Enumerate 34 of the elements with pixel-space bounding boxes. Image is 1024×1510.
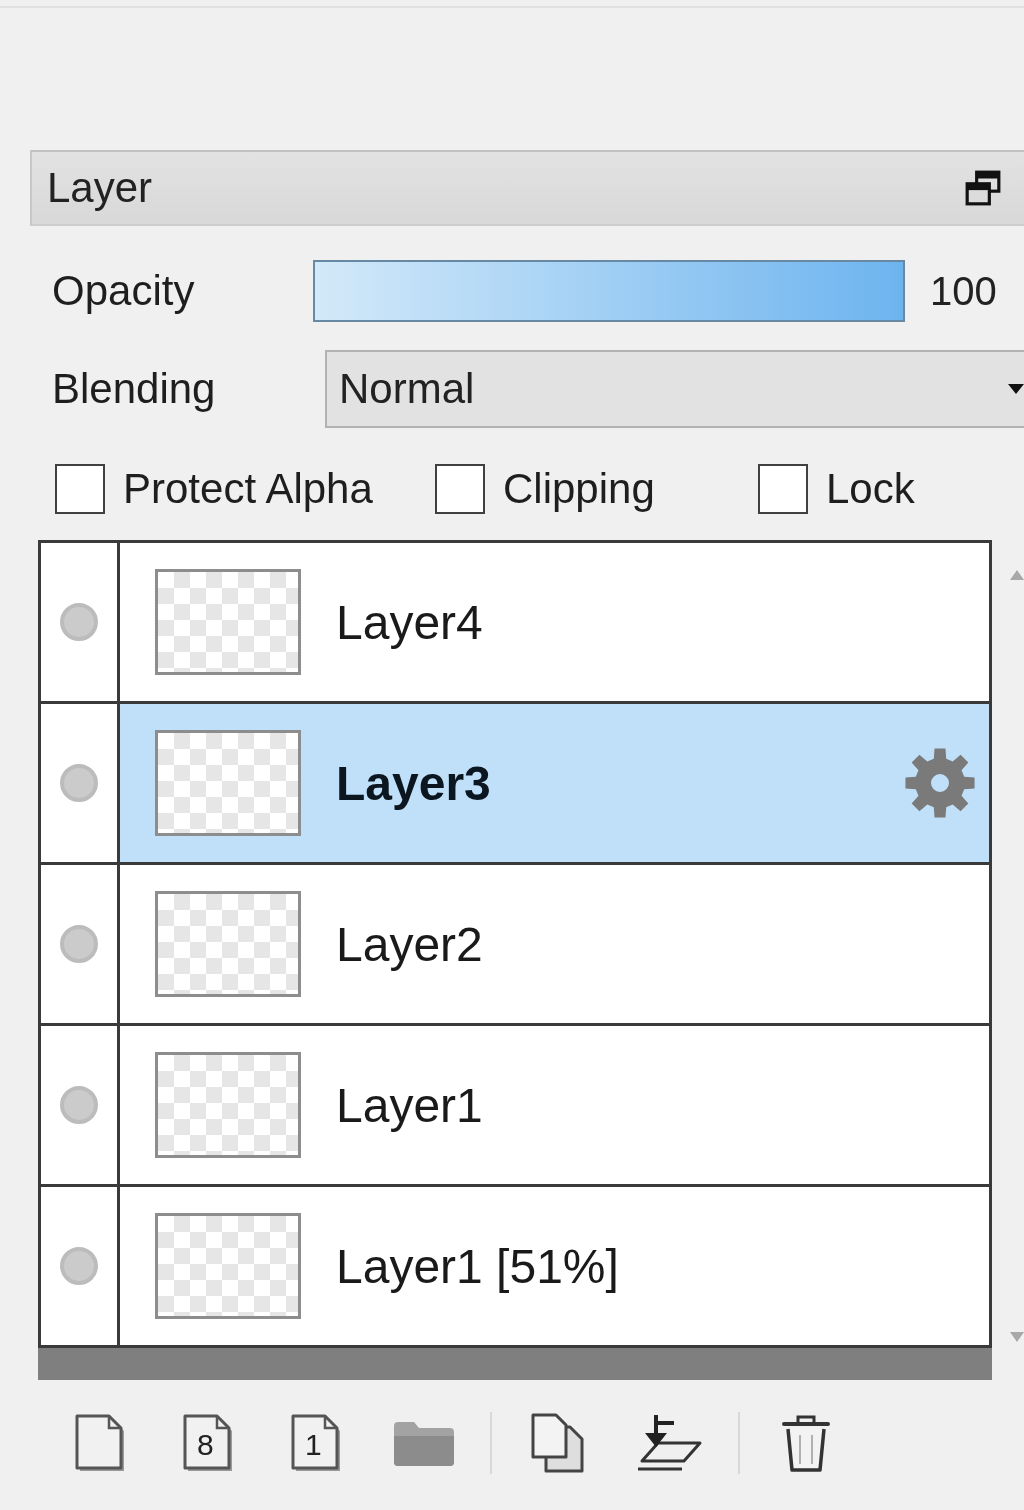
dot-icon[interactable]	[59, 763, 99, 803]
checkbox[interactable]	[55, 464, 105, 514]
blend-dropdown[interactable]: Normal	[325, 350, 1024, 428]
gear-icon[interactable]	[904, 747, 976, 819]
opacity-label: Opacity	[52, 267, 196, 315]
new-layer-button[interactable]: 8	[176, 1410, 240, 1476]
page-icon[interactable]	[74, 1414, 126, 1472]
restore-icon[interactable]	[964, 169, 1002, 207]
layer-row[interactable]: Layer1 [51%]	[41, 1187, 989, 1348]
layer-row[interactable]: Layer2	[41, 865, 989, 1026]
new-layer-button[interactable]: 1	[284, 1410, 348, 1476]
panel-title: Layer	[47, 164, 153, 212]
layer-row[interactable]: Layer1	[41, 1026, 989, 1187]
dot-icon[interactable]	[59, 602, 99, 642]
dot-icon[interactable]	[59, 924, 99, 964]
page-icon[interactable]	[290, 1414, 342, 1472]
checkbox-label[interactable]: Clipping	[503, 465, 655, 513]
opacity-value: 100	[930, 268, 997, 314]
caret-icon[interactable]	[1008, 384, 1024, 394]
checkbox-label[interactable]: Lock	[826, 465, 915, 513]
dot-icon[interactable]	[59, 1246, 99, 1286]
page-icon[interactable]	[182, 1414, 234, 1472]
layer-name[interactable]: Layer4	[336, 594, 483, 650]
layer-name[interactable]: Layer2	[336, 916, 483, 972]
layer-name[interactable]: Layer3	[336, 755, 491, 811]
dot-icon[interactable]	[59, 1085, 99, 1125]
checkbox[interactable]	[758, 464, 808, 514]
layer-row[interactable]: Layer3	[41, 704, 989, 865]
checkbox[interactable]	[435, 464, 485, 514]
layer-name[interactable]: Layer1	[336, 1077, 483, 1133]
checkbox-label[interactable]: Protect Alpha	[123, 465, 373, 513]
layer-row[interactable]: Layer4	[41, 543, 989, 704]
layer-name[interactable]: Layer1 [51%]	[336, 1238, 619, 1294]
blending-label: Blending	[52, 365, 217, 413]
